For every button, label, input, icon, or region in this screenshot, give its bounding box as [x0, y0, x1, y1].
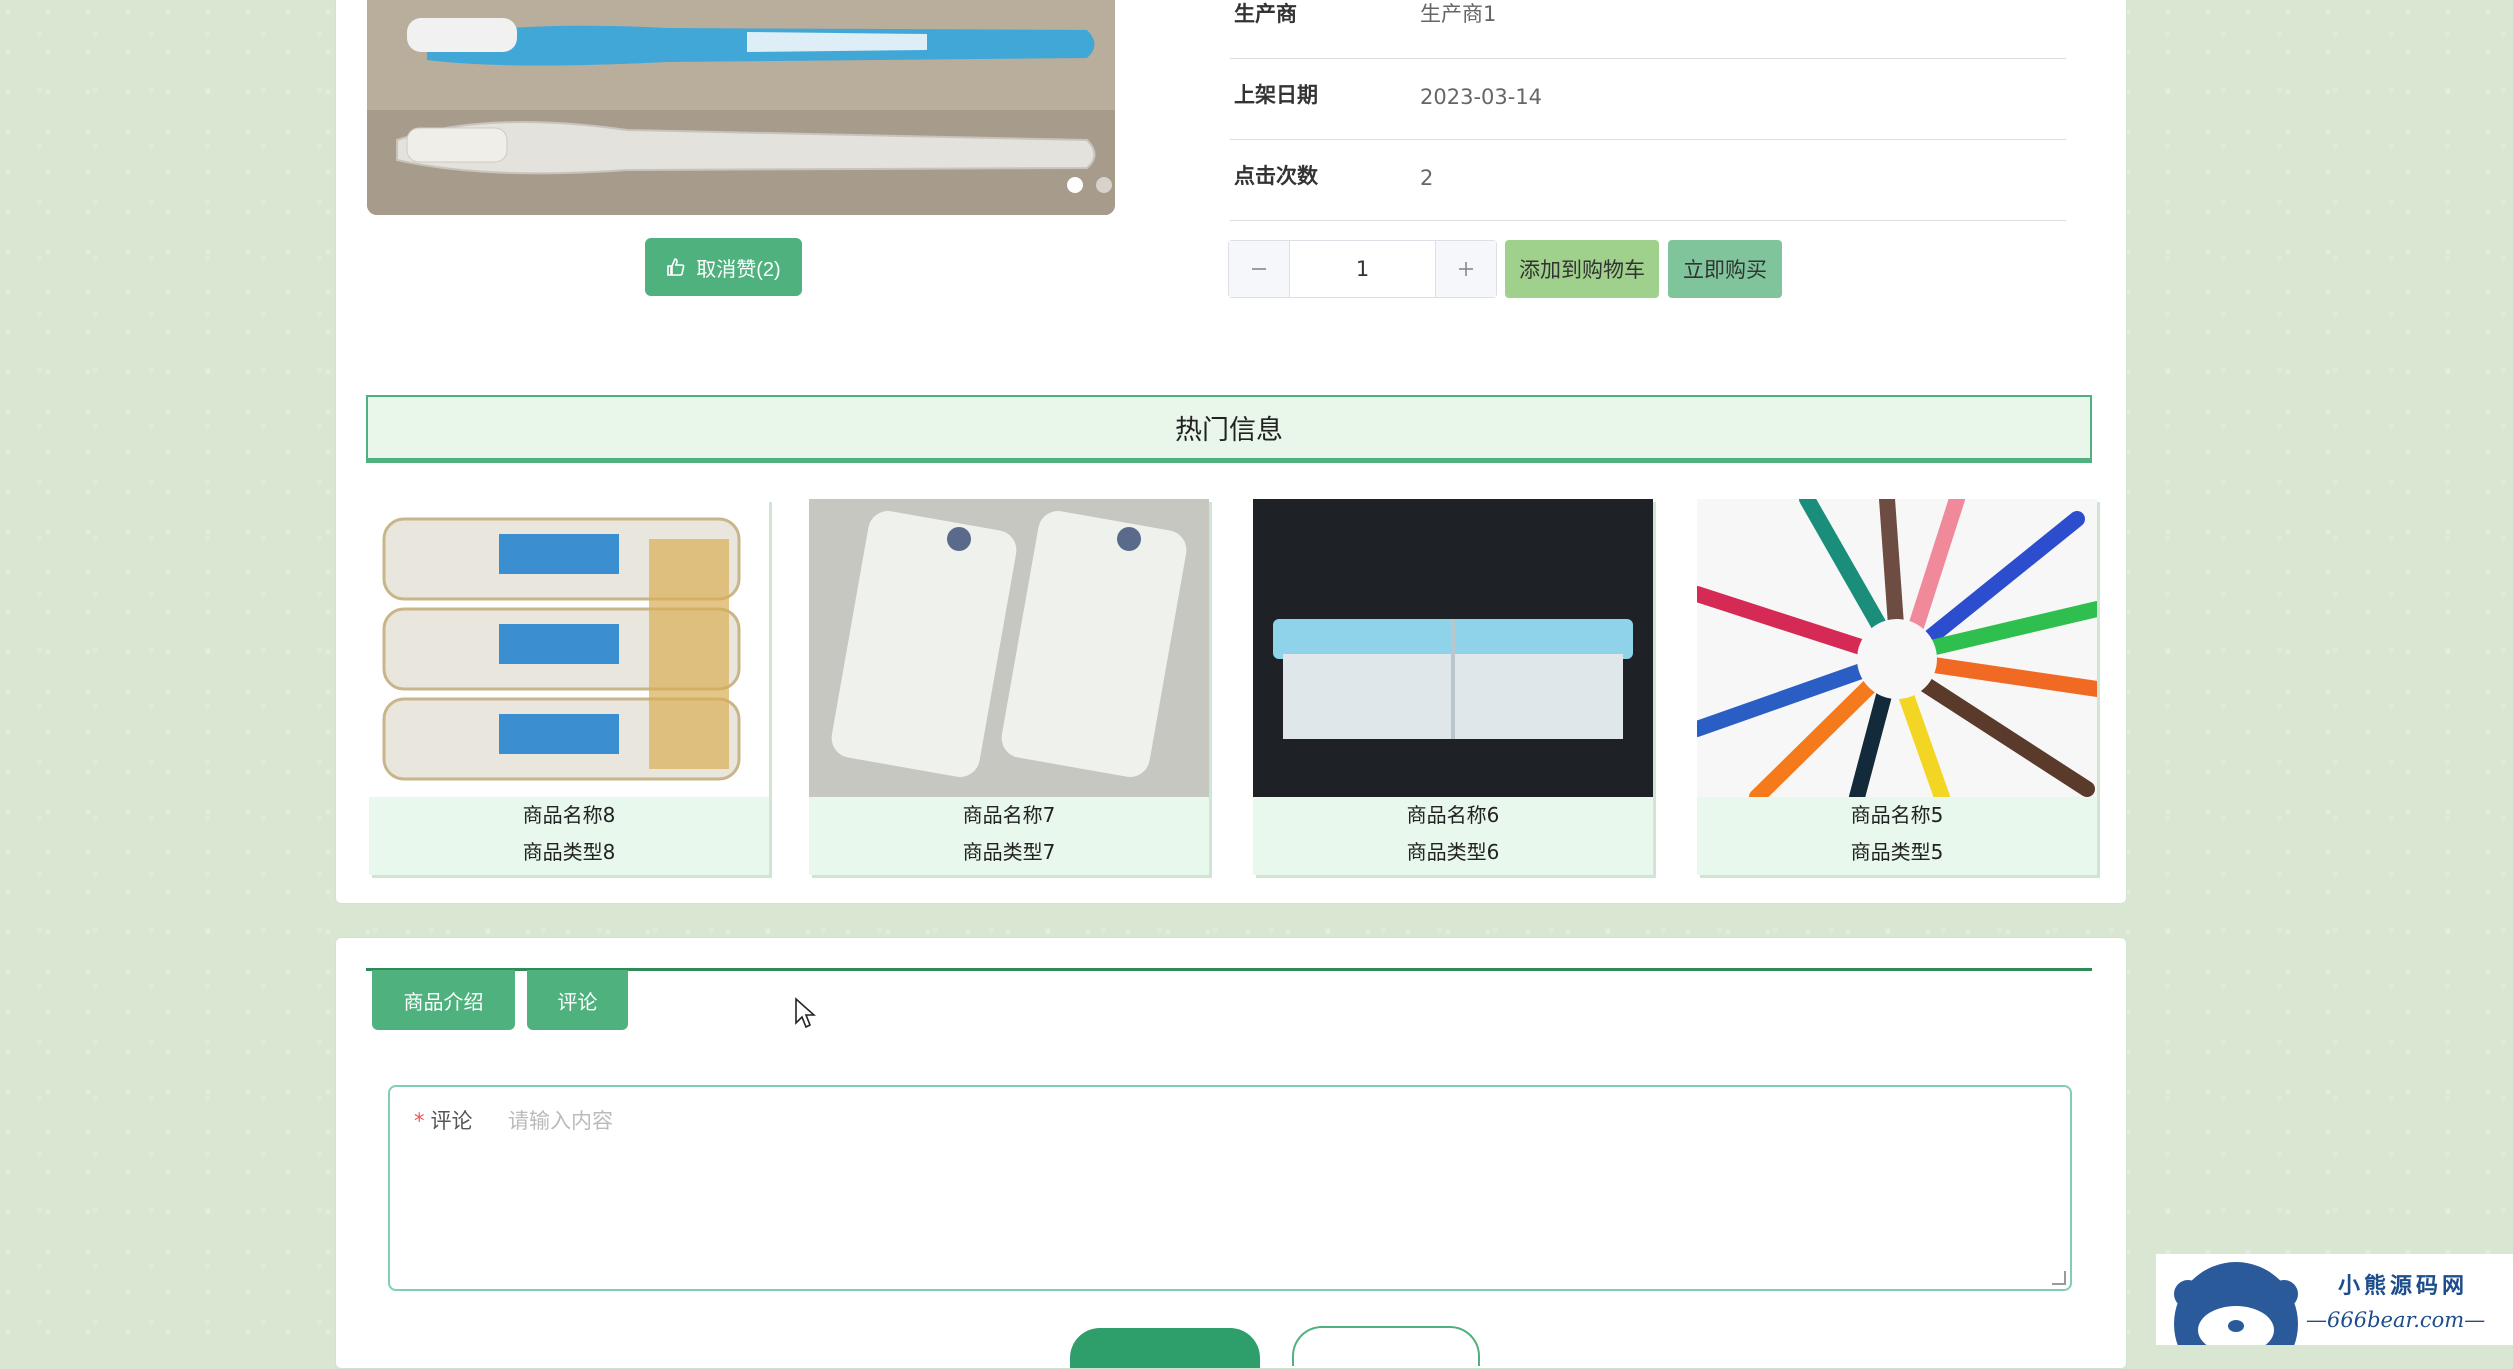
- info-value: 2: [1420, 166, 1434, 190]
- carousel-indicators: [1067, 177, 1115, 193]
- decrement-button[interactable]: [1229, 241, 1290, 297]
- product-image: [1253, 499, 1653, 797]
- increment-button[interactable]: [1435, 241, 1496, 297]
- carousel-dot[interactable]: [1067, 177, 1083, 193]
- product-name: 商品名称8: [522, 803, 616, 827]
- product-name: 商品名称6: [1406, 803, 1500, 827]
- carousel-dot[interactable]: [1096, 177, 1112, 193]
- comment-textarea[interactable]: * 评论 请输入内容: [388, 1085, 2072, 1291]
- product-type: 商品类型8: [522, 840, 616, 864]
- info-label: 生产商: [1234, 2, 1297, 26]
- info-value: 2023-03-14: [1420, 85, 1543, 109]
- toothbrush-image: [367, 0, 1115, 215]
- quantity-input[interactable]: 1: [1290, 241, 1435, 297]
- product-type: 商品类型6: [1406, 840, 1500, 864]
- product-type: 商品类型7: [962, 840, 1056, 864]
- comment-label-text: 评论: [430, 1109, 473, 1133]
- hot-product-card[interactable]: 商品名称8 商品类型8: [369, 499, 769, 875]
- add-to-cart-button[interactable]: 添加到购物车: [1505, 240, 1659, 298]
- product-info-table: 生产商 生产商1 上架日期 2023-03-14 点击次数 2: [1230, 0, 2066, 221]
- product-image-carousel[interactable]: [367, 0, 1115, 215]
- plus-icon: [1459, 262, 1473, 276]
- comment-placeholder: 请输入内容: [508, 1109, 613, 1133]
- info-row-listing-date: 上架日期 2023-03-14: [1230, 59, 2066, 140]
- resize-handle-icon[interactable]: [2052, 1271, 2066, 1285]
- reset-button[interactable]: [1292, 1326, 1480, 1366]
- unlike-label: 取消赞(2): [696, 258, 781, 281]
- hot-section-title: 热门信息: [366, 395, 2092, 463]
- thumbs-up-icon: [667, 258, 685, 276]
- buy-now-button[interactable]: 立即购买: [1668, 240, 1782, 298]
- required-mark: *: [414, 1109, 425, 1133]
- product-image: [369, 499, 769, 797]
- submit-button[interactable]: [1070, 1328, 1260, 1368]
- product-type: 商品类型5: [1850, 840, 1944, 864]
- comment-label: * 评论: [414, 1105, 473, 1135]
- info-row-manufacturer: 生产商 生产商1: [1230, 0, 2066, 59]
- info-label: 上架日期: [1234, 83, 1318, 107]
- product-name: 商品名称5: [1850, 803, 1944, 827]
- info-label: 点击次数: [1234, 164, 1318, 188]
- product-image: [809, 499, 1209, 797]
- unlike-button[interactable]: 取消赞(2): [645, 238, 802, 296]
- info-value: 生产商1: [1420, 2, 1497, 26]
- info-row-click-count: 点击次数 2: [1230, 140, 2066, 221]
- product-name: 商品名称7: [962, 803, 1056, 827]
- quantity-stepper[interactable]: 1: [1228, 240, 1497, 298]
- watermark: 小熊源码网 —666bear.com—: [2156, 1254, 2513, 1345]
- hot-product-card[interactable]: 商品名称7 商品类型7: [809, 499, 1209, 875]
- minus-icon: [1252, 268, 1266, 270]
- watermark-url: —666bear.com—: [2306, 1308, 2486, 1332]
- tab-comment[interactable]: 评论: [527, 970, 628, 1030]
- hot-product-card[interactable]: 商品名称5 商品类型5: [1697, 499, 2097, 875]
- tab-product-intro[interactable]: 商品介绍: [372, 970, 515, 1030]
- hot-product-card[interactable]: 商品名称6 商品类型6: [1253, 499, 1653, 875]
- product-image: [1697, 499, 2097, 797]
- mouse-cursor-icon: [795, 997, 816, 1029]
- watermark-title: 小熊源码网: [2338, 1273, 2469, 1299]
- bear-logo-icon: [2174, 1262, 2298, 1345]
